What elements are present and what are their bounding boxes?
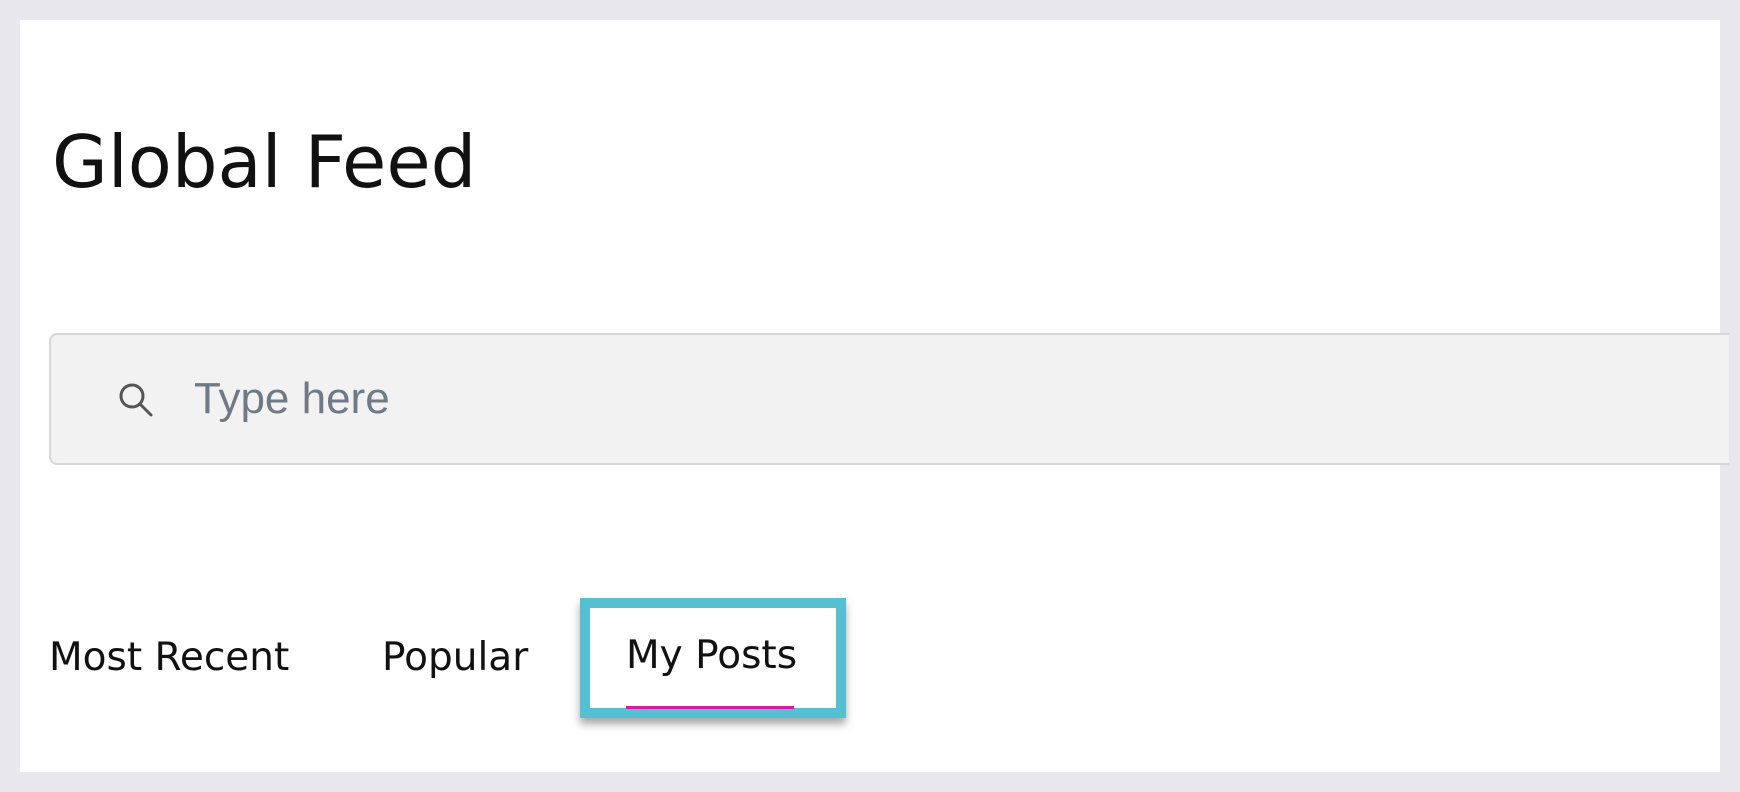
feed-panel: Global Feed Most Recent Popular My Posts bbox=[20, 20, 1729, 772]
tab-my-posts[interactable]: My Posts bbox=[626, 636, 797, 675]
active-tab-underline bbox=[626, 706, 794, 709]
tab-most-recent[interactable]: Most Recent bbox=[49, 638, 289, 677]
tab-popular[interactable]: Popular bbox=[382, 638, 528, 677]
page-title: Global Feed bbox=[52, 120, 477, 204]
search-bar[interactable] bbox=[49, 333, 1729, 465]
feed-tabs: Most Recent Popular My Posts bbox=[20, 580, 1720, 730]
search-icon[interactable] bbox=[115, 379, 157, 421]
search-input[interactable] bbox=[194, 365, 1094, 433]
tab-my-posts-highlight[interactable]: My Posts bbox=[580, 598, 846, 718]
